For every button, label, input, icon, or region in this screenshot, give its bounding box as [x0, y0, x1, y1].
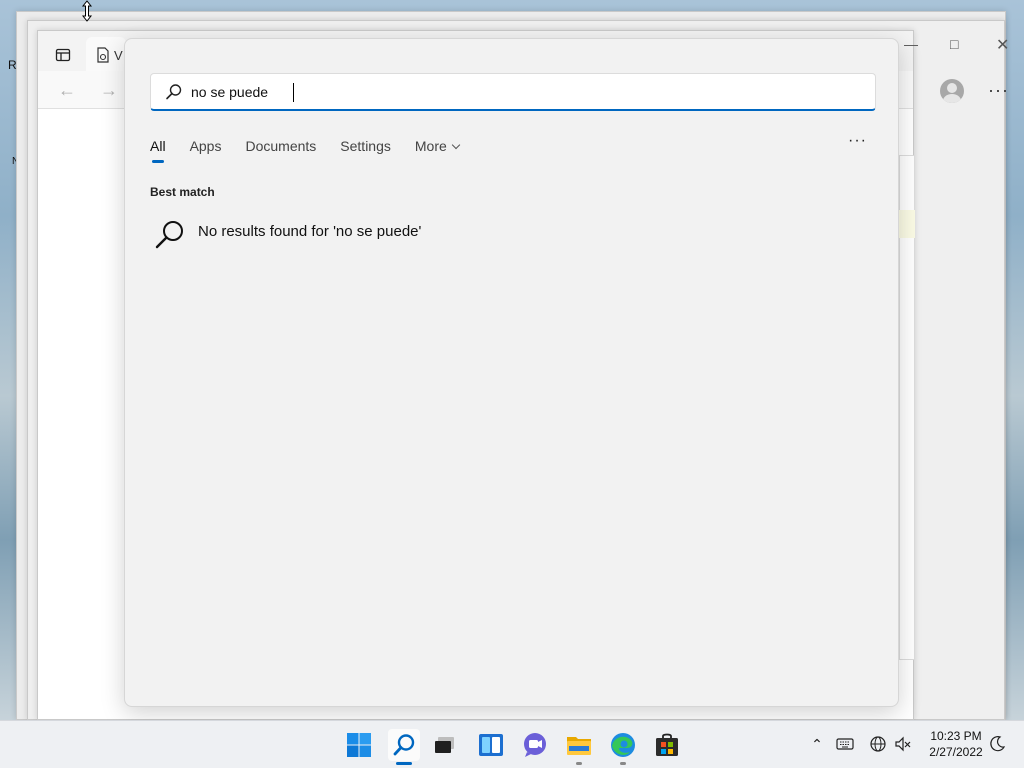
forward-arrow-icon[interactable]: → [100, 80, 118, 101]
tab-apps[interactable]: Apps [190, 137, 222, 167]
widgets-icon[interactable] [477, 731, 505, 759]
file-explorer-icon[interactable] [565, 731, 593, 759]
search-input[interactable] [191, 81, 841, 103]
search-filter-tabs: All Apps Documents Settings More [150, 137, 483, 167]
best-match-heading: Best match [150, 185, 215, 199]
store-icon[interactable] [653, 731, 681, 759]
search-taskbar-button[interactable] [388, 729, 420, 761]
tab-more-label: More [414, 138, 447, 154]
clock-date: 2/27/2022 [929, 745, 983, 759]
keyboard-icon[interactable] [836, 735, 854, 753]
volume-muted-icon[interactable] [894, 735, 912, 753]
no-results-row: No results found for 'no se puede' [150, 215, 850, 255]
task-view-icon[interactable] [431, 731, 459, 759]
search-flyout: All Apps Documents Settings More ··· Bes… [124, 38, 899, 707]
edge-running-indicator [620, 762, 626, 765]
search-running-indicator [396, 762, 412, 765]
edge-icon[interactable] [609, 731, 637, 759]
browser-tab-label: V [114, 48, 123, 63]
clock-time: 10:23 PM [930, 729, 982, 743]
search-icon [155, 221, 183, 249]
globe-network-icon[interactable] [869, 735, 887, 753]
search-box[interactable] [150, 73, 876, 111]
more-options-button[interactable]: ··· [848, 132, 867, 150]
search-icon [166, 84, 182, 100]
show-hidden-icons-chevron-icon[interactable]: ⌃ [808, 735, 826, 753]
tab-all[interactable]: All [150, 137, 166, 167]
tab-more[interactable]: More [414, 137, 461, 167]
taskbar-clock[interactable]: 10:23 PM 2/27/2022 [920, 728, 992, 760]
browser-tab[interactable]: V [86, 37, 126, 71]
tab-settings[interactable]: Settings [340, 137, 391, 167]
chat-icon[interactable] [521, 731, 549, 759]
text-caret [293, 83, 294, 102]
browser-menu-icon[interactable]: ··· [988, 80, 1009, 101]
file-explorer-running-indicator [576, 762, 582, 765]
close-icon[interactable]: ✕ [996, 35, 1009, 55]
document-icon [97, 47, 109, 63]
focus-assist-moon-icon[interactable] [988, 735, 1006, 753]
tab-documents[interactable]: Documents [245, 137, 316, 167]
back-arrow-icon[interactable]: ← [58, 80, 76, 101]
minimize-icon[interactable]: — [904, 36, 918, 52]
profile-avatar[interactable] [940, 79, 964, 103]
no-results-text: No results found for 'no se puede' [198, 223, 422, 240]
chevron-down-icon [451, 140, 461, 150]
side-panel-highlight [899, 210, 915, 238]
search-icon [393, 734, 415, 756]
resize-cursor-icon [81, 0, 93, 22]
tab-actions-icon[interactable] [55, 47, 71, 63]
start-icon[interactable] [345, 731, 373, 759]
maximize-icon[interactable]: □ [950, 36, 958, 52]
